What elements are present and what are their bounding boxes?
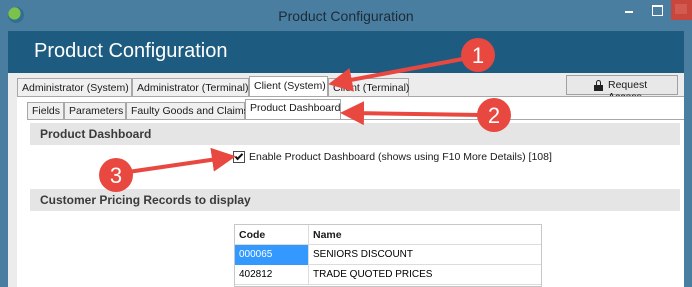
column-header-name[interactable]: Name xyxy=(309,225,541,245)
enable-dashboard-checkbox[interactable] xyxy=(233,151,245,163)
cell-code: 402812 xyxy=(235,265,309,285)
request-access-button[interactable]: Request Access xyxy=(566,75,678,103)
product-dashboard-section-header: Product Dashboard xyxy=(30,123,680,145)
window-title: Product Configuration xyxy=(278,8,414,24)
tab-parameters[interactable]: Parameters xyxy=(64,102,126,119)
cell-name: SENIORS DISCOUNT xyxy=(313,249,414,260)
header-band: Product Configuration xyxy=(8,31,684,73)
tab-client-terminal[interactable]: Client (Terminal) xyxy=(328,78,409,97)
checkmark-icon xyxy=(234,151,244,161)
window-border-right xyxy=(684,31,692,287)
column-header-code[interactable]: Code xyxy=(235,225,309,245)
tab-administrator-system[interactable]: Administrator (System) xyxy=(17,78,132,97)
enable-dashboard-label[interactable]: Enable Product Dashboard (shows using F1… xyxy=(249,151,552,163)
tab-product-dashboard[interactable]: Product Dashboard xyxy=(245,99,341,119)
minimize-button[interactable] xyxy=(616,0,642,20)
tab-administrator-terminal[interactable]: Administrator (Terminal) xyxy=(132,78,249,97)
cell-name: TRADE QUOTED PRICES xyxy=(313,269,433,280)
tab-fields[interactable]: Fields xyxy=(27,102,64,119)
cell-code: 000065 xyxy=(235,245,309,265)
page-title: Product Configuration xyxy=(34,40,228,62)
title-bar: Product Configuration xyxy=(0,0,692,31)
maximize-button[interactable] xyxy=(644,0,670,20)
window-border-left xyxy=(0,31,8,287)
tab-client-system[interactable]: Client (System) xyxy=(249,76,328,97)
pricing-records-grid: Code Name 000065 SENIORS DISCOUNT 402812… xyxy=(234,224,542,287)
customer-pricing-section-header: Customer Pricing Records to display xyxy=(30,189,680,211)
table-row[interactable]: 000065 SENIORS DISCOUNT xyxy=(235,245,541,265)
lock-icon xyxy=(594,80,603,91)
close-button[interactable] xyxy=(671,0,692,20)
table-row[interactable]: 402812 TRADE QUOTED PRICES xyxy=(235,265,541,285)
tab-faulty-goods-and-claims[interactable]: Faulty Goods and Claims xyxy=(126,102,249,119)
grid-header-row: Code Name xyxy=(235,225,541,245)
